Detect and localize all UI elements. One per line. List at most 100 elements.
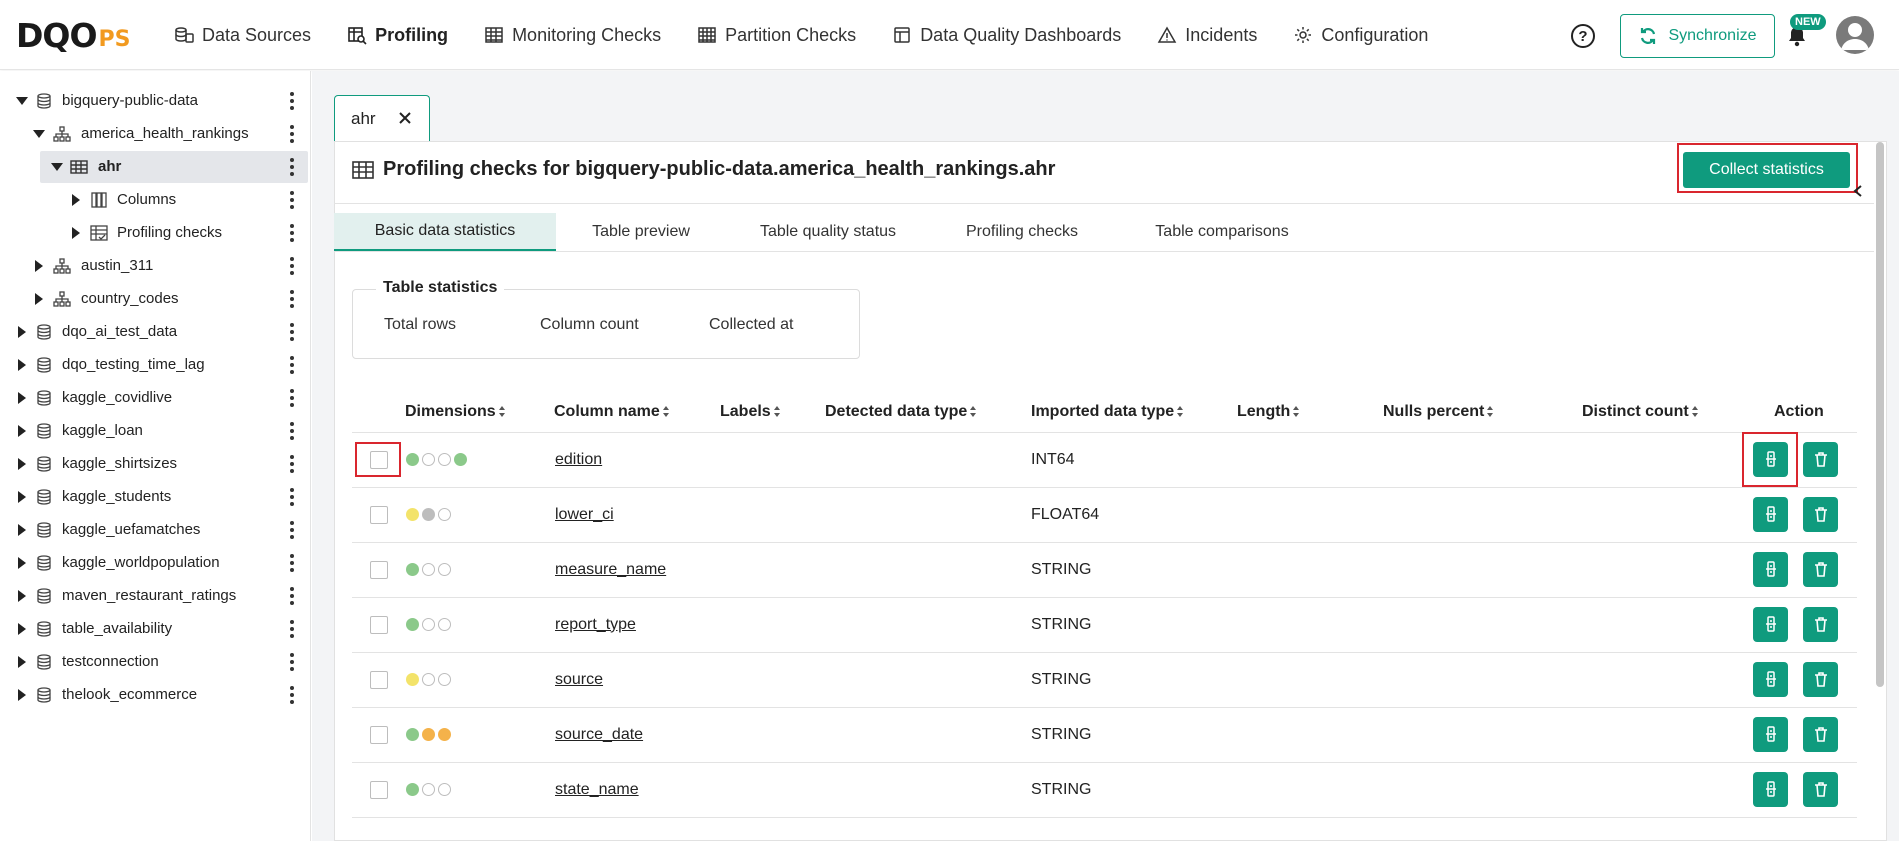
- sidebar-item-kaggle-students[interactable]: kaggle_students: [0, 481, 311, 513]
- more-vertical-icon[interactable]: [290, 422, 294, 440]
- dqops-logo[interactable]: DQO PS: [16, 16, 130, 55]
- more-vertical-icon[interactable]: [290, 125, 294, 143]
- close-icon[interactable]: [396, 109, 414, 127]
- chevron-right-icon[interactable]: [18, 590, 26, 602]
- delete-button[interactable]: [1803, 441, 1838, 477]
- chevron-down-icon[interactable]: [51, 163, 63, 171]
- more-vertical-icon[interactable]: [290, 587, 294, 605]
- sidebar-item-country-codes[interactable]: country_codes: [0, 283, 311, 315]
- more-vertical-icon[interactable]: [290, 521, 294, 539]
- more-vertical-icon[interactable]: [290, 686, 294, 704]
- collect-column-statistics-button[interactable]: [1753, 716, 1788, 752]
- tab-table-comparisons[interactable]: Table comparisons: [1132, 213, 1312, 251]
- column-name-link[interactable]: lower_ci: [555, 506, 614, 524]
- more-vertical-icon[interactable]: [290, 455, 294, 473]
- header-length[interactable]: Length: [1237, 403, 1300, 421]
- nav-partition-checks[interactable]: Partition Checks: [697, 25, 856, 46]
- sidebar-item-bigquery-public-data[interactable]: bigquery-public-data: [0, 85, 311, 117]
- more-vertical-icon[interactable]: [290, 224, 294, 242]
- sidebar-item-dqo-testing-time-lag[interactable]: dqo_testing_time_lag: [0, 349, 311, 381]
- chevron-right-icon[interactable]: [18, 326, 26, 338]
- chevron-right-icon[interactable]: [18, 491, 26, 503]
- chevron-right-icon[interactable]: [18, 359, 26, 371]
- collect-column-statistics-button[interactable]: [1753, 551, 1788, 587]
- sidebar-item-austin-311[interactable]: austin_311: [0, 250, 311, 282]
- sidebar-item-america-health-rankings[interactable]: america_health_rankings: [0, 118, 311, 150]
- more-vertical-icon[interactable]: [290, 620, 294, 638]
- chevron-right-icon[interactable]: [35, 293, 43, 305]
- nav-data-quality-dashboards[interactable]: Data Quality Dashboards: [892, 25, 1121, 46]
- nav-configuration[interactable]: Configuration: [1293, 25, 1428, 46]
- more-vertical-icon[interactable]: [290, 290, 294, 308]
- more-vertical-icon[interactable]: [290, 158, 294, 176]
- chevron-down-icon[interactable]: [33, 130, 45, 138]
- sidebar-item-ahr[interactable]: ahr: [0, 151, 311, 183]
- chevron-right-icon[interactable]: [18, 557, 26, 569]
- chevron-right-icon[interactable]: [18, 623, 26, 635]
- header-detected-data-type[interactable]: Detected data type: [825, 403, 977, 421]
- column-name-link[interactable]: state_name: [555, 781, 639, 799]
- delete-button[interactable]: [1803, 606, 1838, 642]
- chevron-right-icon[interactable]: [18, 656, 26, 668]
- sidebar-item-kaggle-shirtsizes[interactable]: kaggle_shirtsizes: [0, 448, 311, 480]
- chevron-right-icon[interactable]: [18, 392, 26, 404]
- sidebar-item-kaggle-uefamatches[interactable]: kaggle_uefamatches: [0, 514, 311, 546]
- delete-button[interactable]: [1803, 551, 1838, 587]
- column-name-link[interactable]: edition: [555, 451, 602, 469]
- chevron-right-icon[interactable]: [35, 260, 43, 272]
- column-name-link[interactable]: measure_name: [555, 561, 666, 579]
- delete-button[interactable]: [1803, 496, 1838, 532]
- column-name-link[interactable]: source: [555, 671, 603, 689]
- row-checkbox[interactable]: [370, 670, 388, 689]
- sidebar-item-testconnection[interactable]: testconnection: [0, 646, 311, 678]
- chevron-left-icon[interactable]: [1851, 184, 1865, 198]
- chevron-right-icon[interactable]: [18, 524, 26, 536]
- chevron-right-icon[interactable]: [18, 689, 26, 701]
- sidebar-item-kaggle-worldpopulation[interactable]: kaggle_worldpopulation: [0, 547, 311, 579]
- chevron-right-icon[interactable]: [72, 194, 80, 206]
- nav-profiling[interactable]: Profiling: [347, 25, 448, 46]
- column-name-link[interactable]: source_date: [555, 726, 643, 744]
- header-distinct-count[interactable]: Distinct count: [1582, 403, 1699, 421]
- row-checkbox[interactable]: [370, 505, 388, 524]
- header-nulls-percent[interactable]: Nulls percent: [1383, 403, 1494, 421]
- sidebar-item-thelook-ecommerce[interactable]: thelook_ecommerce: [0, 679, 311, 711]
- header-dimensions[interactable]: Dimensions: [405, 403, 506, 421]
- tab-basic-data-statistics[interactable]: Basic data statistics: [334, 213, 556, 251]
- sidebar-item-dqo-ai-test-data[interactable]: dqo_ai_test_data: [0, 316, 311, 348]
- sidebar-item-kaggle-loan[interactable]: kaggle_loan: [0, 415, 311, 447]
- column-name-link[interactable]: report_type: [555, 616, 636, 634]
- nav-incidents[interactable]: Incidents: [1157, 25, 1257, 46]
- nav-monitoring-checks[interactable]: Monitoring Checks: [484, 25, 661, 46]
- sidebar-item-table-availability[interactable]: table_availability: [0, 613, 311, 645]
- collect-column-statistics-button[interactable]: [1753, 496, 1788, 532]
- chevron-right-icon[interactable]: [72, 227, 80, 239]
- more-vertical-icon[interactable]: [290, 389, 294, 407]
- delete-button[interactable]: [1803, 661, 1838, 697]
- delete-button[interactable]: [1803, 716, 1838, 752]
- tab-profiling-checks[interactable]: Profiling checks: [932, 213, 1112, 251]
- delete-button[interactable]: [1803, 771, 1838, 807]
- row-checkbox[interactable]: [370, 725, 388, 744]
- scrollbar[interactable]: [1876, 142, 1884, 687]
- row-checkbox[interactable]: [370, 780, 388, 799]
- collect-column-statistics-button[interactable]: [1753, 661, 1788, 697]
- tab-table-quality-status[interactable]: Table quality status: [742, 213, 914, 251]
- more-vertical-icon[interactable]: [290, 554, 294, 572]
- header-column-name[interactable]: Column name: [554, 403, 670, 421]
- header-labels[interactable]: Labels: [720, 403, 781, 421]
- chevron-right-icon[interactable]: [18, 425, 26, 437]
- more-vertical-icon[interactable]: [290, 356, 294, 374]
- nav-data-sources[interactable]: Data Sources: [174, 25, 311, 46]
- sidebar-item-maven-restaurant-ratings[interactable]: maven_restaurant_ratings: [0, 580, 311, 612]
- tab-ahr[interactable]: ahr: [334, 95, 430, 141]
- header-imported-data-type[interactable]: Imported data type: [1031, 403, 1184, 421]
- more-vertical-icon[interactable]: [290, 92, 294, 110]
- tab-table-preview[interactable]: Table preview: [556, 213, 726, 251]
- more-vertical-icon[interactable]: [290, 488, 294, 506]
- row-checkbox[interactable]: [370, 615, 388, 634]
- synchronize-button[interactable]: Synchronize: [1620, 14, 1775, 58]
- more-vertical-icon[interactable]: [290, 191, 294, 209]
- more-vertical-icon[interactable]: [290, 257, 294, 275]
- avatar[interactable]: [1836, 16, 1874, 54]
